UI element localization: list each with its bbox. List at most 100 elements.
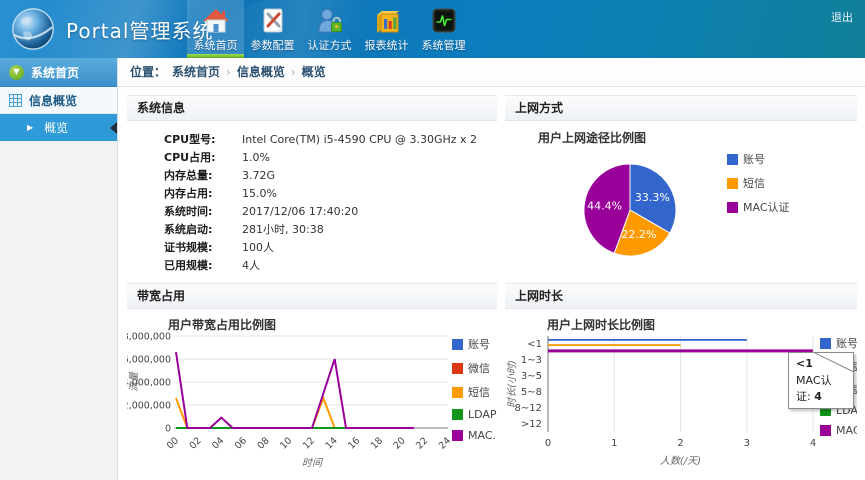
nav-tab-label: 系统管理 [422, 37, 466, 53]
info-label: 内存总量: [164, 167, 226, 183]
x-tick-label: 0 [545, 438, 551, 449]
bandwidth-legend: 账号微信短信LDAPMAC... [452, 336, 497, 442]
y-tick-label: 8,000,000 [127, 332, 171, 343]
category-label: 3~5 [521, 371, 542, 382]
chart-tooltip: <1 MAC认证: 4 [788, 352, 854, 409]
user-lock-icon [317, 7, 343, 34]
x-tick-label: 04 [210, 435, 226, 451]
sidebar: ▼ 系统首页 信息概览 ▶ 概览 [0, 58, 118, 480]
sidebar-item-info-overview[interactable]: 信息概览 [0, 87, 117, 114]
x-tick-label: 18 [369, 435, 385, 451]
legend-label: 账号 [468, 336, 490, 352]
x-tick-label: 22 [414, 435, 430, 451]
sidebar-item-home[interactable]: ▼ 系统首页 [0, 58, 117, 87]
panel-title: 带宽占用 [127, 283, 497, 309]
legend-label: MAC认证 [743, 199, 790, 215]
x-tick-label: 14 [323, 435, 339, 451]
x-tick-label: 00 [165, 435, 181, 451]
main-area: 位置： 系统首页 › 信息概览 › 概览 系统信息 CPU型号:Intel Co… [118, 58, 865, 480]
legend-item: 微信 [452, 360, 497, 376]
duration-bar-chart[interactable]: 01234<11~33~55~88~12>12人数(/天)时长(小时) [505, 309, 835, 473]
info-label: 系统启动: [164, 221, 226, 237]
system-info-row: 内存总量:3.72G [164, 166, 497, 184]
nav-tab-authentication[interactable]: 认证方式 [301, 0, 358, 58]
legend-swatch [820, 425, 831, 436]
pie-slice-label: 44.4% [587, 200, 622, 213]
bar-短信[interactable] [548, 344, 681, 346]
legend-label: 短信 [468, 384, 490, 400]
breadcrumb-item[interactable]: 系统首页 [172, 58, 220, 86]
info-value: 4人 [226, 257, 260, 273]
legend-swatch [727, 178, 738, 189]
x-tick-label: 08 [255, 435, 271, 451]
x-tick-label: 2 [677, 438, 683, 449]
info-label: CPU占用: [164, 149, 226, 165]
y-tick-label: 0 [165, 424, 171, 435]
bandwidth-line-chart[interactable]: 02,000,0004,000,0006,000,0008,000,000000… [127, 309, 467, 473]
legend-item: MAC... [820, 424, 857, 437]
breadcrumb-item[interactable]: 信息概览 [237, 58, 285, 86]
info-label: 内存占用: [164, 185, 226, 201]
panel-bandwidth: 带宽占用 用户带宽占用比例图 02,000,0004,000,0006,000,… [127, 283, 497, 473]
sidebar-item-overview-active[interactable]: ▶ 概览 [0, 114, 117, 141]
info-value: 3.72G [226, 169, 275, 182]
system-info-row: CPU占用:1.0% [164, 148, 497, 166]
x-tick-label: 02 [187, 435, 203, 451]
legend-item: 短信 [727, 175, 790, 191]
home-icon [202, 7, 230, 34]
legend-swatch [452, 339, 463, 350]
online-method-pie-chart[interactable]: 33.3%22.2%44.4% [523, 143, 738, 276]
portal-app: Portal管理系统 系统首页 参数配置 [0, 0, 865, 480]
report-chart-icon [373, 7, 401, 34]
category-label: <1 [527, 339, 542, 350]
line-series-短信[interactable] [176, 398, 414, 428]
x-tick-label: 12 [301, 435, 317, 451]
grid-icon [9, 94, 22, 107]
system-info-row: 系统时间:2017/12/06 17:40:20 [164, 202, 497, 220]
nav-tab-label: 认证方式 [308, 37, 352, 53]
x-tick-label: 3 [744, 438, 750, 449]
info-label: 证书规模: [164, 239, 226, 255]
system-info-row: CPU型号:Intel Core(TM) i5-4590 CPU @ 3.30G… [164, 130, 497, 148]
legend-swatch [452, 430, 463, 441]
legend-label: 账号 [743, 151, 765, 167]
y-axis-title: 流量 [128, 371, 140, 392]
top-navigation: 系统首页 参数配置 认证方式 [187, 0, 472, 58]
breadcrumb-prefix: 位置： [130, 58, 166, 86]
legend-item: 账号 [820, 335, 857, 351]
globe-logo-icon [10, 6, 56, 52]
info-value: 281小时, 30:38 [226, 221, 324, 237]
y-tick-label: 2,000,000 [127, 401, 171, 412]
info-label: CPU型号: [164, 131, 226, 147]
category-label: >12 [521, 419, 542, 430]
x-axis-title: 时间 [302, 457, 324, 469]
info-value: 100人 [226, 239, 274, 255]
tooltip-value-line: MAC认证: 4 [796, 372, 846, 404]
line-series-MAC认证[interactable] [176, 352, 414, 428]
legend-swatch [727, 202, 738, 213]
nav-tab-system-admin[interactable]: 系统管理 [415, 0, 472, 58]
nav-tab-reports[interactable]: 报表统计 [358, 0, 415, 58]
category-label: 1~3 [521, 355, 542, 366]
logout-button[interactable]: 退出 [831, 9, 853, 25]
info-value: 15.0% [226, 187, 277, 200]
app-header: Portal管理系统 系统首页 参数配置 [0, 0, 865, 58]
x-tick-label: 24 [437, 435, 453, 451]
legend-swatch [452, 409, 463, 420]
nav-tab-label: 参数配置 [251, 37, 295, 53]
breadcrumb-item[interactable]: 概览 [302, 58, 326, 86]
legend-swatch [452, 363, 463, 374]
panel-title: 上网方式 [505, 95, 857, 121]
pie-slice-label: 33.3% [635, 191, 670, 204]
system-info-row: 内存占用:15.0% [164, 184, 497, 202]
caret-right-icon: ▶ [27, 123, 33, 132]
legend-label: 短信 [743, 175, 765, 191]
nav-tab-parameters[interactable]: 参数配置 [244, 0, 301, 58]
nav-tab-home[interactable]: 系统首页 [187, 0, 244, 58]
info-value: 2017/12/06 17:40:20 [226, 205, 358, 218]
bar-MAC认证[interactable] [548, 349, 813, 352]
info-label: 已用规模: [164, 257, 226, 273]
bar-账号[interactable] [548, 339, 747, 341]
x-tick-label: 1 [611, 438, 617, 449]
tooltip-value: 4 [814, 390, 822, 403]
